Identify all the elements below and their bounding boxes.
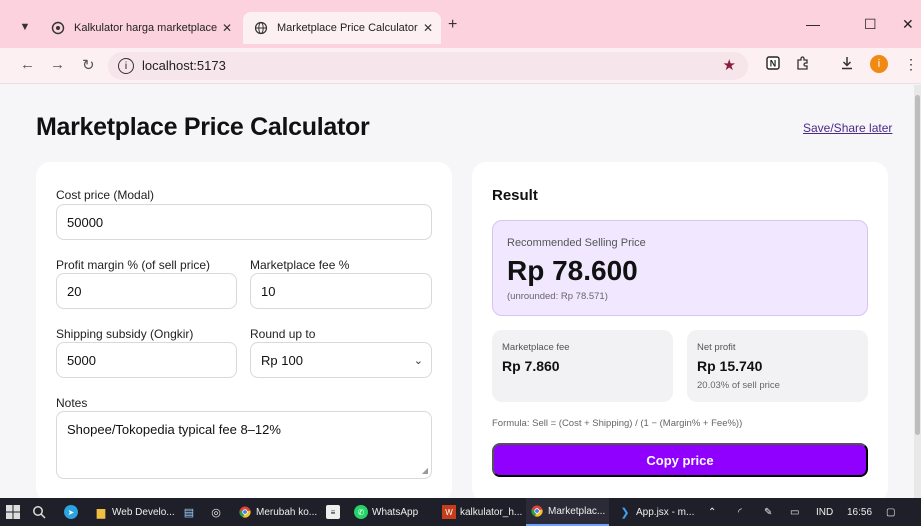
pen-icon[interactable]: ✎: [764, 498, 772, 526]
page-content: Marketplace Price Calculator Save/Share …: [0, 85, 914, 498]
browser-toolbar: ← → ↻ i localhost:5173 ★ N ⋮: [0, 48, 921, 84]
tab-search-button[interactable]: ▼: [14, 16, 36, 38]
clock[interactable]: 16:56: [847, 498, 872, 526]
back-icon[interactable]: ←: [20, 56, 35, 73]
result-card: Result Recommended Selling Price Rp 78.6…: [472, 162, 888, 498]
windows-taskbar: ➤ ▆ Web Develo... ▤ ◎ Merubah ko... ≡ ✆ …: [0, 498, 921, 526]
word-icon: W: [442, 505, 456, 519]
notes-textarea[interactable]: Shopee/Tokopedia typical fee 8–12% ◢: [56, 411, 432, 479]
extensions-icon[interactable]: [796, 56, 810, 73]
url-text[interactable]: localhost:5173: [142, 58, 226, 73]
minimize-icon[interactable]: —: [806, 16, 820, 32]
input-card: Cost price (Modal) 50000 Profit margin %…: [36, 162, 452, 498]
taskbar-app-merubah[interactable]: Merubah ko...: [234, 498, 321, 526]
net-profit-percent: 20.03% of sell price: [697, 380, 780, 391]
round-label: Round up to: [250, 327, 316, 341]
chrome-icon: [530, 504, 544, 518]
star-icon[interactable]: ★: [723, 56, 736, 74]
maximize-icon[interactable]: ☐: [864, 16, 877, 33]
recommended-price-box: Recommended Selling Price Rp 78.600 (unr…: [492, 220, 868, 316]
taskbar-app-marketplace[interactable]: Marketplac...: [526, 498, 610, 526]
result-title: Result: [492, 187, 538, 204]
globe-icon: [253, 20, 269, 36]
openai-icon[interactable]: ◎: [209, 498, 227, 526]
vscode-icon: ❯: [620, 506, 630, 519]
taskbar-app-whatsapp[interactable]: ✆ WhatsApp: [350, 498, 422, 526]
notepad-icon[interactable]: ▤: [182, 498, 200, 526]
taskbar-app-kalkulator[interactable]: W kalkulator_h...: [438, 498, 526, 526]
tab-label: Kalkulator harga marketplace: [74, 22, 218, 34]
more-menu-icon[interactable]: ⋮: [904, 56, 918, 73]
wifi-icon[interactable]: ◜: [738, 498, 742, 526]
forward-icon[interactable]: →: [50, 56, 65, 73]
scrollbar-thumb[interactable]: [915, 95, 920, 435]
tab-label: Marketplace Price Calculator: [277, 22, 418, 34]
chevron-up-icon[interactable]: ⌃: [708, 498, 716, 526]
notion-extension-icon[interactable]: N: [766, 56, 780, 73]
copy-price-button[interactable]: Copy price: [492, 443, 868, 477]
chatgpt-icon: [50, 20, 66, 36]
battery-icon[interactable]: ▭: [790, 498, 799, 526]
download-icon[interactable]: [840, 56, 854, 73]
avatar[interactable]: i: [870, 55, 888, 73]
page-title: Marketplace Price Calculator: [36, 113, 370, 141]
notes-label: Notes: [56, 396, 88, 410]
margin-label: Profit margin % (of sell price): [56, 258, 211, 272]
fee-result-label: Marketplace fee: [502, 342, 570, 353]
save-share-link[interactable]: Save/Share later: [803, 121, 892, 135]
site-info-icon[interactable]: i: [118, 58, 134, 74]
reload-icon[interactable]: ↻: [82, 56, 95, 74]
svg-text:N: N: [770, 59, 777, 69]
terminal-icon[interactable]: ≡: [326, 498, 344, 526]
shipping-label: Shipping subsidy (Ongkir): [56, 327, 194, 341]
margin-input[interactable]: 20: [56, 273, 237, 309]
folder-icon: ▆: [96, 506, 106, 519]
unrounded-value: (unrounded: Rp 78.571): [507, 291, 608, 302]
chevron-down-icon: ⌄: [413, 355, 423, 367]
taskbar-app-web-developer[interactable]: ▆ Web Develo...: [90, 498, 179, 526]
close-window-icon[interactable]: ✕: [902, 16, 914, 33]
plus-icon[interactable]: +: [448, 16, 457, 34]
windows-start-icon[interactable]: [6, 498, 20, 526]
notes-text: Shopee/Tokopedia typical fee 8–12%: [67, 422, 281, 437]
tab-marketplace[interactable]: Marketplace Price Calculator ✕: [243, 12, 441, 44]
fee-label: Marketplace fee %: [250, 258, 350, 272]
tab-kalkulator[interactable]: Kalkulator harga marketplace ✕: [40, 12, 240, 44]
net-profit-value: Rp 15.740: [697, 358, 763, 374]
whatsapp-icon: ✆: [354, 505, 368, 519]
cost-input[interactable]: 50000: [56, 204, 432, 240]
cost-label: Cost price (Modal): [56, 188, 155, 202]
close-icon[interactable]: ✕: [423, 21, 433, 35]
search-icon[interactable]: [32, 498, 46, 526]
formula-text: Formula: Sell = (Cost + Shipping) / (1 −…: [492, 418, 743, 429]
chrome-icon: [238, 505, 252, 519]
round-select[interactable]: Rp 100 ⌄: [250, 342, 432, 378]
chevron-down-icon: ▼: [19, 21, 31, 33]
resize-handle-icon[interactable]: ◢: [422, 466, 428, 475]
round-select-value: Rp 100: [261, 352, 303, 368]
language-indicator[interactable]: IND: [816, 498, 833, 526]
net-profit-label: Net profit: [697, 342, 736, 353]
shipping-input[interactable]: 5000: [56, 342, 237, 378]
net-profit-box: Net profit Rp 15.740 20.03% of sell pric…: [687, 330, 868, 402]
address-bar[interactable]: i localhost:5173 ★: [108, 52, 748, 80]
recommended-value: Rp 78.600: [507, 255, 638, 286]
fee-input[interactable]: 10: [250, 273, 432, 309]
close-icon[interactable]: ✕: [222, 21, 232, 35]
marketplace-fee-box: Marketplace fee Rp 7.860: [492, 330, 673, 402]
telegram-icon[interactable]: ➤: [64, 498, 82, 526]
fee-result-value: Rp 7.860: [502, 358, 560, 374]
recommended-label: Recommended Selling Price: [507, 237, 646, 249]
notification-icon[interactable]: ▢: [886, 498, 895, 526]
browser-tab-strip: ▼ Kalkulator harga marketplace ✕ Marketp…: [0, 0, 921, 48]
taskbar-app-vscode[interactable]: ❯ App.jsx - m...: [614, 498, 698, 526]
